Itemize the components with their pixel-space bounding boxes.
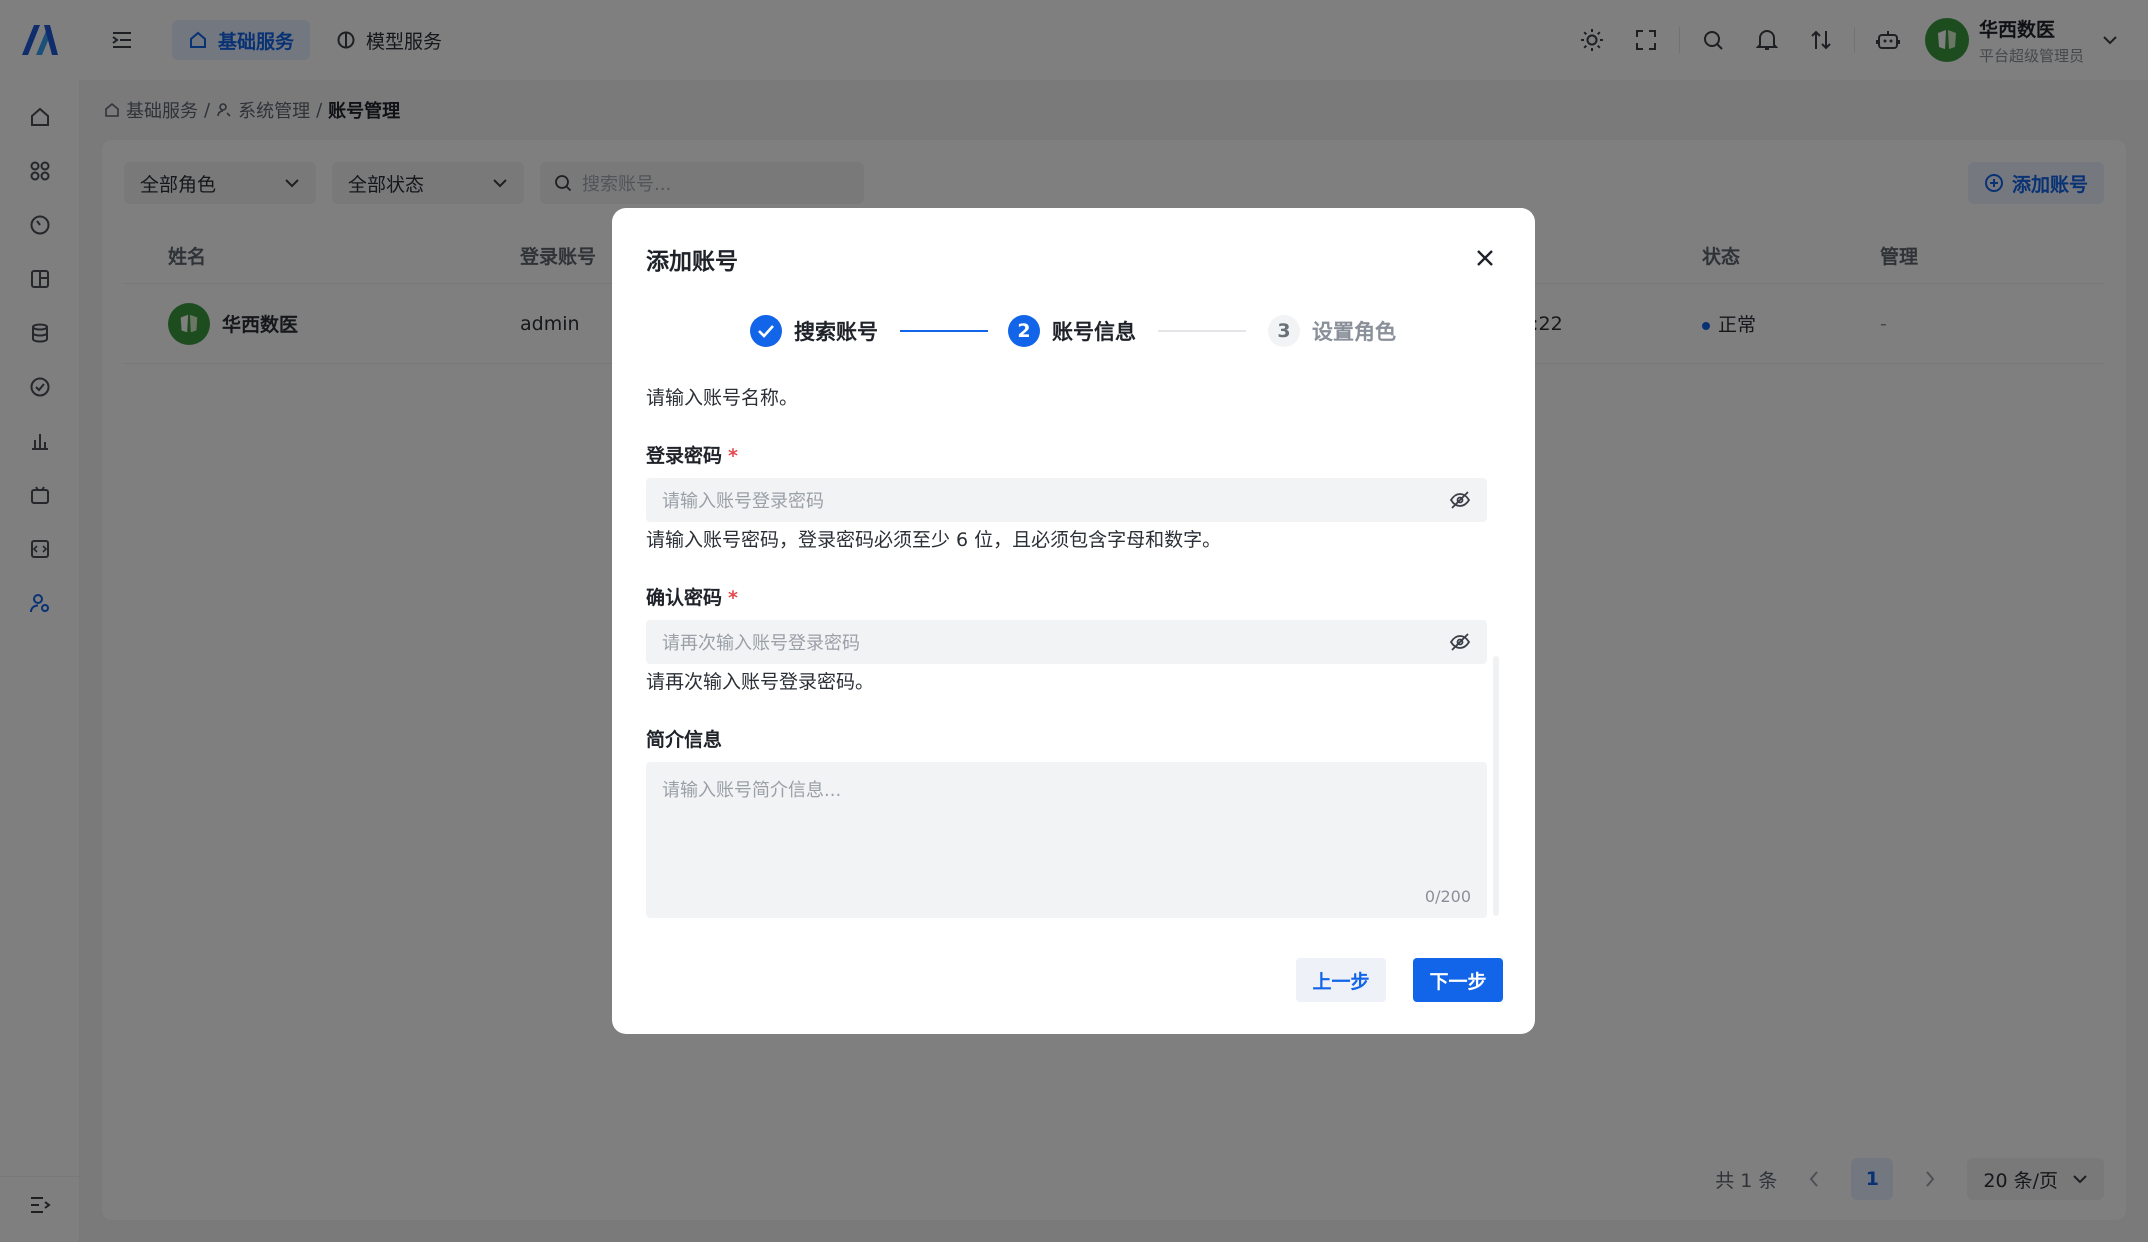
- confirm-password-label: 确认密码 *: [646, 584, 1487, 612]
- required-mark: *: [728, 445, 738, 467]
- next-step-button[interactable]: 下一步: [1413, 958, 1503, 1002]
- confirm-password-input[interactable]: 请再次输入账号登录密码: [646, 620, 1487, 664]
- close-button[interactable]: [1473, 246, 1497, 270]
- intro-label: 简介信息: [646, 729, 723, 751]
- add-account-dialog: 添加账号 搜索账号 2 账号信息 3 设置角色 请输入账号名称。 登录密码 * 请…: [612, 208, 1535, 1034]
- check-icon: [758, 325, 774, 338]
- step-connector: [900, 330, 988, 332]
- confirm-password-label-text: 确认密码: [646, 587, 723, 609]
- step-label: 搜索账号: [794, 320, 878, 344]
- account-info-form: 请输入账号名称。 登录密码 * 请输入账号登录密码 请输入账号密码，登录密码必须至…: [646, 384, 1487, 918]
- eye-off-icon[interactable]: [1449, 491, 1471, 509]
- name-field-hint: 请输入账号名称。: [646, 387, 799, 409]
- dialog-title: 添加账号: [646, 249, 738, 275]
- step-connector: [1158, 330, 1246, 332]
- confirm-password-hint: 请再次输入账号登录密码。: [646, 671, 875, 693]
- required-mark: *: [728, 587, 738, 609]
- step-done-indicator: [750, 315, 782, 347]
- password-label: 登录密码 *: [646, 442, 1487, 470]
- step-number: 3: [1268, 315, 1300, 347]
- form-scrollbar[interactable]: [1493, 656, 1499, 916]
- previous-step-button[interactable]: 上一步: [1296, 958, 1386, 1002]
- stepper: 搜索账号 2 账号信息 3 设置角色: [750, 314, 1396, 348]
- step-number: 2: [1008, 315, 1040, 347]
- confirm-password-placeholder: 请再次输入账号登录密码: [662, 633, 860, 654]
- password-placeholder: 请输入账号登录密码: [662, 491, 824, 512]
- password-input[interactable]: 请输入账号登录密码: [646, 478, 1487, 522]
- step-account-info[interactable]: 2 账号信息: [1008, 315, 1136, 347]
- eye-off-icon[interactable]: [1449, 633, 1471, 651]
- char-counter: 0/200: [1424, 887, 1471, 906]
- password-label-text: 登录密码: [646, 445, 723, 467]
- step-label: 账号信息: [1052, 320, 1136, 344]
- step-label: 设置角色: [1312, 320, 1396, 344]
- step-set-role[interactable]: 3 设置角色: [1268, 315, 1396, 347]
- password-hint: 请输入账号密码，登录密码必须至少 6 位，且必须包含字母和数字。: [646, 529, 1222, 551]
- close-icon: [1477, 250, 1493, 266]
- step-search-account[interactable]: 搜索账号: [750, 315, 878, 347]
- intro-textarea[interactable]: 请输入账号简介信息... 0/200: [646, 762, 1487, 918]
- intro-placeholder: 请输入账号简介信息...: [662, 780, 842, 801]
